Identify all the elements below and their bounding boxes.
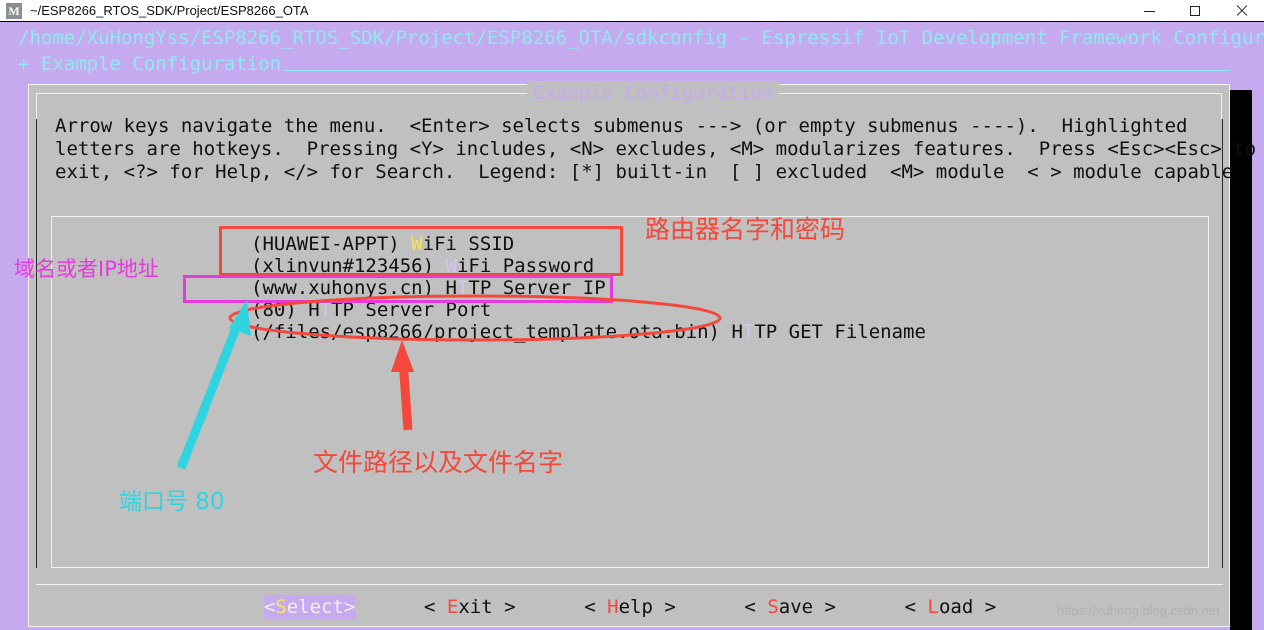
dialog-button-save[interactable]: < Save > [744, 595, 836, 619]
annotation-box-serverip [183, 275, 613, 303]
menu-item-content: (/files/esp8266/project_template.ota.bin… [251, 321, 926, 343]
button-label: oad [938, 596, 974, 618]
dialog-button-exit[interactable]: < Exit > [424, 595, 516, 619]
button-hotkey: S [767, 596, 779, 618]
button-open-bracket: < [263, 596, 276, 618]
menu-item-hotkey: T [742, 321, 755, 343]
screenshot-root: M ~/ESP8266_RTOS_SDK/Project/ESP8266_OTA… [0, 0, 1264, 630]
terminal-background-filler [1230, 90, 1252, 630]
dialog-left-edge [36, 93, 37, 119]
minimize-icon[interactable] [1126, 0, 1172, 22]
app-icon: M [6, 2, 22, 19]
menuconfig-header-path: /home/XuHongYss/ESP8266_RTOS_SDK/Project… [18, 27, 1264, 49]
button-open-bracket: < [904, 596, 928, 618]
menu-item-label: TP GET Filename [754, 321, 926, 343]
menu-item-label-pre: H [720, 321, 743, 343]
help-text: Arrow keys navigate the menu. <Enter> se… [55, 115, 1256, 184]
button-label: ave [778, 596, 814, 618]
annotation-router-note: 路由器名字和密码 [645, 215, 846, 244]
menu-item-value: (/files/esp8266/project_template.ota.bin… [251, 321, 720, 343]
button-label: xit [458, 596, 493, 618]
help-line-2: letters are hotkeys. Pressing <Y> includ… [55, 138, 1257, 160]
button-close-bracket: > [343, 596, 356, 618]
header-divider [284, 70, 1230, 71]
button-hotkey: S [275, 596, 287, 618]
menuconfig-breadcrumb: + Example Configuration [18, 53, 282, 75]
button-open-bracket: < [744, 596, 768, 618]
button-close-bracket: > [973, 596, 997, 618]
button-label: elp [618, 596, 653, 618]
help-line-1: Arrow keys navigate the menu. <Enter> se… [55, 115, 1188, 137]
button-label: elect [286, 596, 344, 618]
example-configuration-dialog: Example Configuration Arrow keys navigat… [28, 81, 1256, 627]
button-hotkey: E [446, 596, 459, 618]
dialog-bottom-rule [36, 584, 1223, 585]
dialog-button-select[interactable]: <Select> [263, 595, 356, 619]
button-gap [355, 596, 424, 618]
dialog-title: Example Configuration [527, 81, 780, 105]
dialog-button-bar: <Select> < Exit > < Help > < Save > < Lo… [29, 595, 1231, 619]
button-gap [516, 596, 585, 618]
help-line-3: exit, <?> for Help, </> for Search. Lege… [55, 161, 1234, 183]
dialog-button-load[interactable]: < Load > [905, 595, 997, 619]
button-hotkey: H [607, 596, 619, 618]
button-close-bracket: > [492, 596, 516, 618]
annotation-box-router [219, 226, 623, 276]
button-open-bracket: < [424, 596, 447, 618]
maximize-icon[interactable] [1172, 0, 1218, 22]
button-hotkey: L [927, 596, 939, 618]
watermark: https://xuhong.blog.csdn.net [1057, 603, 1220, 618]
window-titlebar: M ~/ESP8266_RTOS_SDK/Project/ESP8266_OTA [0, 0, 1264, 22]
close-icon[interactable] [1218, 0, 1264, 22]
terminal-area: /home/XuHongYss/ESP8266_RTOS_SDK/Project… [0, 22, 1264, 630]
menu-item-row[interactable]: (/files/esp8266/project_template.ota.bin… [251, 321, 926, 343]
window-title: ~/ESP8266_RTOS_SDK/Project/ESP8266_OTA [30, 3, 309, 18]
annotation-file-note: 文件路径以及文件名字 [313, 448, 564, 477]
button-open-bracket: < [584, 596, 608, 618]
annotation-ip-note: 域名或者IP地址 [14, 257, 159, 281]
button-close-bracket: > [813, 596, 836, 618]
button-gap [676, 596, 745, 618]
button-gap [836, 596, 905, 618]
window-controls [1126, 0, 1264, 22]
dialog-right-edge [1221, 93, 1222, 119]
dialog-button-help[interactable]: < Help > [584, 595, 676, 619]
button-close-bracket: > [652, 596, 676, 618]
annotation-port-note: 端口号 80 [119, 489, 225, 515]
